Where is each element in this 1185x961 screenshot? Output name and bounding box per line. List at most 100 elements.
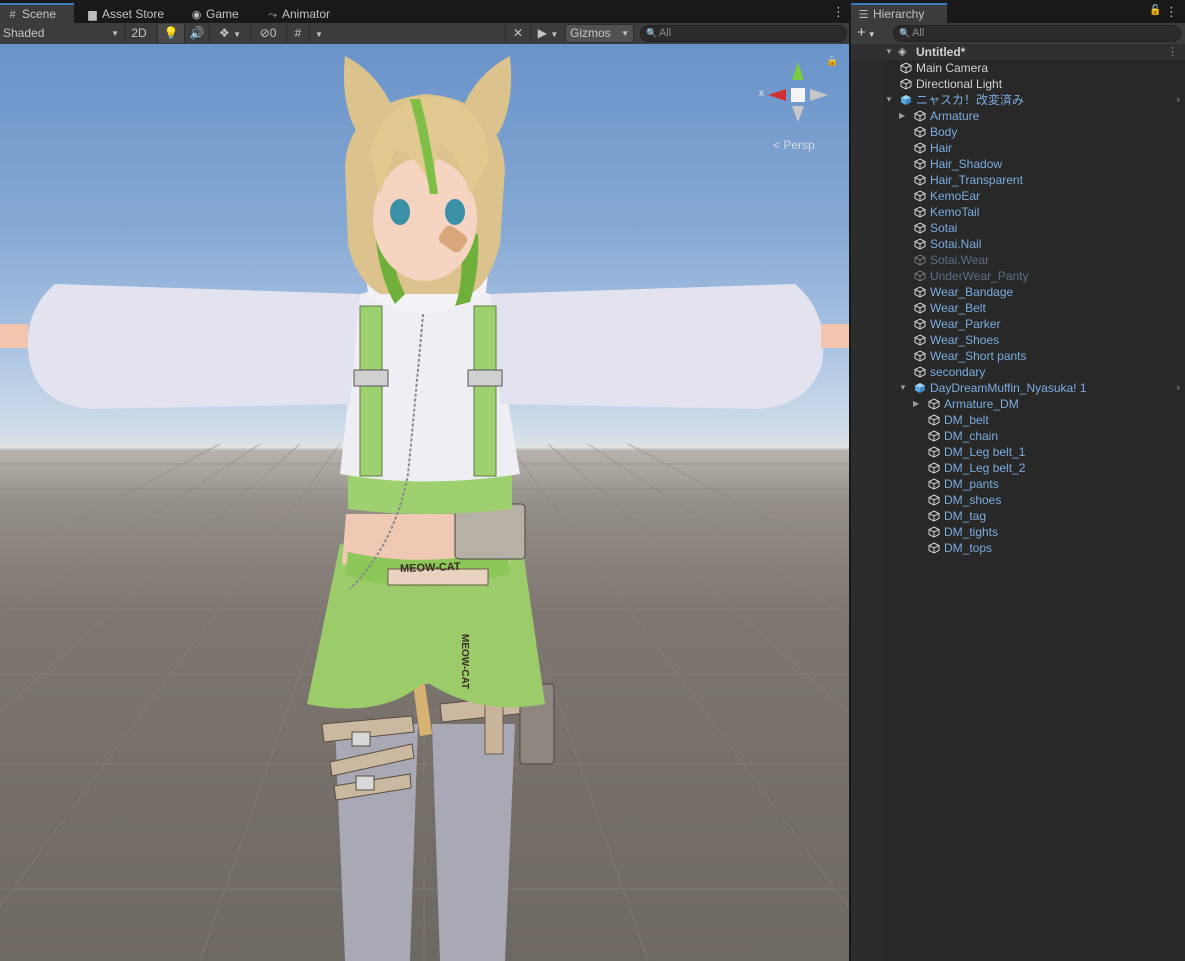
grid-dropdown[interactable]: ▼ xyxy=(309,24,328,43)
orientation-gizmo[interactable] xyxy=(768,62,828,122)
hierarchy-item[interactable]: Wear_Parker xyxy=(851,316,1185,332)
hierarchy-item-label: DM_Leg belt_2 xyxy=(944,461,1026,475)
tab-animator[interactable]: ⤳ Animator xyxy=(260,3,330,23)
tab-hierarchy[interactable]: ☰ Hierarchy xyxy=(851,3,947,24)
hierarchy-item[interactable]: DM_tag xyxy=(851,508,1185,524)
hierarchy-item[interactable]: Directional Light xyxy=(851,76,1185,92)
hierarchy-item[interactable]: Hair_Transparent xyxy=(851,172,1185,188)
prefab-open-arrow-icon[interactable]: › xyxy=(1176,380,1180,396)
hierarchy-item[interactable]: Wear_Short pants xyxy=(851,348,1185,364)
grid-toggle[interactable]: # xyxy=(286,24,309,43)
tools-button[interactable]: ✕ xyxy=(505,24,530,43)
gizmos-dropdown[interactable]: Gizmos ▼ xyxy=(565,24,634,43)
hierarchy-item[interactable]: DM_Leg belt_1 xyxy=(851,444,1185,460)
hierarchy-tabbar: ☰ Hierarchy 🔓 ⋮ xyxy=(851,0,1185,24)
hierarchy-item-label: DM_shoes xyxy=(944,493,1002,507)
hierarchy-window: ☰ Hierarchy 🔓 ⋮ + ▼ 🔍 All ▼ ◈ Untitled* ⋮ M… xyxy=(851,0,1185,961)
gameobject-cube-icon xyxy=(928,510,940,522)
hierarchy-item[interactable]: UnderWear_Panty xyxy=(851,268,1185,284)
hierarchy-item[interactable]: ▼ DayDreamMuffin_Nyasuka! 1 › xyxy=(851,380,1185,396)
scene-viewport[interactable]: MEOW-CAT MEOW-CAT x < Persp 🔒 xyxy=(0,44,849,961)
fold-arrow-right-icon[interactable]: ▶ xyxy=(899,108,905,124)
right-eye-shape xyxy=(445,199,465,225)
create-dropdown[interactable]: + ▼ xyxy=(857,24,876,44)
tab-asset-store[interactable]: ▆ Asset Store xyxy=(80,3,164,23)
hierarchy-item[interactable]: DM_chain xyxy=(851,428,1185,444)
gameobject-cube-icon xyxy=(928,446,940,458)
hierarchy-item-label: Wear_Short pants xyxy=(930,349,1027,363)
audio-toggle[interactable]: 🔊 xyxy=(184,24,209,43)
draw-mode-dropdown[interactable]: Shaded ▼ xyxy=(0,24,123,43)
unity-scene-icon: ◈ xyxy=(898,46,907,58)
hierarchy-search-input[interactable]: 🔍 All xyxy=(893,25,1181,42)
hierarchy-item[interactable]: KemoTail xyxy=(851,204,1185,220)
projection-toggle[interactable]: < Persp xyxy=(773,138,815,152)
hierarchy-item[interactable]: KemoEar xyxy=(851,188,1185,204)
grid-snap-icon: # xyxy=(294,26,302,40)
hierarchy-item[interactable]: Sotai xyxy=(851,220,1185,236)
gameobject-cube-icon xyxy=(914,334,926,346)
hierarchy-item[interactable]: DM_shoes xyxy=(851,492,1185,508)
hierarchy-item[interactable]: Wear_Bandage xyxy=(851,284,1185,300)
gameobject-cube-icon xyxy=(914,302,926,314)
hidden-objects-toggle[interactable]: ⊘0 xyxy=(250,24,285,43)
gameobject-cube-icon xyxy=(914,206,926,218)
gameobject-cube-icon xyxy=(914,126,926,138)
camera-dropdown[interactable]: ▶ ▼ xyxy=(530,24,565,43)
hierarchy-item[interactable]: DM_pants xyxy=(851,476,1185,492)
hierarchy-item-label: Sotai xyxy=(930,221,958,235)
tab-scene[interactable]: # Scene xyxy=(0,3,74,24)
hierarchy-item[interactable]: ▶ Armature xyxy=(851,108,1185,124)
hierarchy-item[interactable]: DM_Leg belt_2 xyxy=(851,460,1185,476)
dropdown-arrow-icon: ▼ xyxy=(867,30,876,39)
hierarchy-item-label: Wear_Parker xyxy=(930,317,1001,331)
scene-window: # Scene ▆ Asset Store ◉ Game ⤳ Animator ⋮ Sh… xyxy=(0,0,849,961)
prefab-open-arrow-icon[interactable]: › xyxy=(1176,92,1180,108)
scene-render xyxy=(0,56,849,961)
hierarchy-item[interactable]: Hair_Shadow xyxy=(851,156,1185,172)
search-icon: 🔍 xyxy=(646,28,658,38)
hierarchy-item[interactable]: Sotai.Nail xyxy=(851,236,1185,252)
hierarchy-item[interactable]: ▶ Armature_DM xyxy=(851,396,1185,412)
gameobject-cube-icon xyxy=(928,398,940,410)
hierarchy-item-label: Hair_Shadow xyxy=(930,157,1003,171)
fold-arrow-right-icon[interactable]: ▶ xyxy=(913,396,919,412)
fold-arrow-down-icon[interactable]: ▼ xyxy=(885,92,893,108)
left-sleeve-shape xyxy=(27,284,361,409)
hierarchy-item[interactable]: Hair xyxy=(851,140,1185,156)
effects-dropdown[interactable]: ❖ ▼ xyxy=(209,24,250,43)
hierarchy-item[interactable]: DM_tights xyxy=(851,524,1185,540)
hierarchy-item[interactable]: Wear_Shoes xyxy=(851,332,1185,348)
gameobject-cube-icon xyxy=(928,526,940,538)
lock-icon[interactable]: 🔓 xyxy=(1149,5,1161,16)
hierarchy-item[interactable]: ▼ ニャスカ！改変済み › xyxy=(851,92,1185,108)
prefab-cube-icon xyxy=(914,382,926,394)
mode-2d-button[interactable]: 2D xyxy=(124,24,153,43)
hierarchy-item[interactable]: DM_tops xyxy=(851,540,1185,556)
hierarchy-item-label: Sotai.Nail xyxy=(930,237,982,251)
hierarchy-item[interactable]: Body xyxy=(851,124,1185,140)
right-leg-shape xyxy=(432,724,515,961)
fold-arrow-icon[interactable]: ▼ xyxy=(885,44,893,60)
fold-arrow-down-icon[interactable]: ▼ xyxy=(899,380,907,396)
scene-menu-icon[interactable]: ⋮ xyxy=(832,5,845,18)
lighting-toggle[interactable]: 💡 xyxy=(157,24,184,43)
tab-game[interactable]: ◉ Game xyxy=(184,3,239,23)
gizmo-lock-icon[interactable]: 🔒 xyxy=(826,56,838,67)
scene-search-input[interactable]: 🔍 All xyxy=(640,25,847,42)
hierarchy-item[interactable]: Wear_Belt xyxy=(851,300,1185,316)
scene-menu-icon[interactable]: ⋮ xyxy=(1167,44,1178,60)
hierarchy-item[interactable]: Sotai.Wear xyxy=(851,252,1185,268)
hierarchy-menu-icon[interactable]: ⋮ xyxy=(1165,5,1178,18)
scene-row[interactable]: ▼ ◈ Untitled* ⋮ xyxy=(851,44,1185,60)
left-eye-shape xyxy=(390,199,410,225)
hierarchy-item-label: secondary xyxy=(930,365,986,379)
hierarchy-item[interactable]: secondary xyxy=(851,364,1185,380)
hierarchy-item[interactable]: Main Camera xyxy=(851,60,1185,76)
gameobject-cube-icon xyxy=(914,270,926,282)
gameobject-cube-icon xyxy=(914,238,926,250)
dropdown-arrow-icon: ▼ xyxy=(315,30,323,39)
hierarchy-item[interactable]: DM_belt xyxy=(851,412,1185,428)
hierarchy-item-label: UnderWear_Panty xyxy=(930,269,1029,283)
left-suspender-shape xyxy=(359,305,383,477)
